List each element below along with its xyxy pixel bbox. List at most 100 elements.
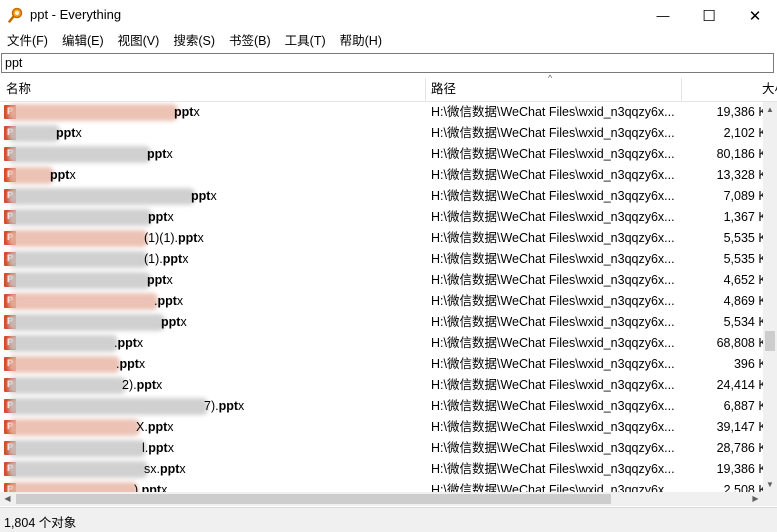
menu-bar: 文件(F) 编辑(E) 视图(V) 搜索(S) 书签(B) 工具(T) 帮助(H…: [0, 31, 777, 51]
file-name: .pptx: [154, 294, 184, 308]
table-row[interactable]: Pl.pptxH:\微信数据\WeChat Files\wxid_n3qqzy6…: [0, 438, 763, 459]
file-path: H:\微信数据\WeChat Files\wxid_n3qqzy6x...: [431, 147, 675, 161]
maximize-button[interactable]: ☐: [686, 0, 732, 31]
file-name: pptx: [147, 147, 173, 161]
table-row[interactable]: PX.pptxH:\微信数据\WeChat Files\wxid_n3qqzy6…: [0, 417, 763, 438]
file-path: H:\微信数据\WeChat Files\wxid_n3qqzy6x...: [431, 462, 675, 476]
redacted-filename: [8, 104, 178, 121]
file-path: H:\微信数据\WeChat Files\wxid_n3qqzy6x...: [431, 126, 675, 140]
redacted-filename: [8, 335, 118, 352]
menu-tools[interactable]: 工具(T): [278, 31, 326, 51]
close-button[interactable]: ✕: [732, 0, 777, 31]
column-size-header[interactable]: 大小: [762, 78, 777, 101]
file-size: 4,652 KB: [723, 273, 763, 287]
table-row[interactable]: PpptxH:\微信数据\WeChat Files\wxid_n3qqzy6x.…: [0, 312, 763, 333]
file-size: 1,367 KB: [723, 210, 763, 224]
column-name-header[interactable]: 名称: [6, 78, 31, 101]
menu-help[interactable]: 帮助(H): [333, 31, 382, 51]
search-box[interactable]: [1, 53, 774, 73]
file-path: H:\微信数据\WeChat Files\wxid_n3qqzy6x...: [431, 273, 675, 287]
scroll-left-icon[interactable]: ◀: [0, 492, 15, 506]
file-name: (1)(1).pptx: [144, 231, 204, 245]
minimize-button[interactable]: —: [640, 0, 686, 31]
redacted-filename: [8, 272, 151, 289]
vertical-scrollbar[interactable]: ▲ ▼: [763, 102, 777, 492]
file-path: H:\微信数据\WeChat Files\wxid_n3qqzy6x...: [431, 168, 675, 182]
scrollbar-corner: [763, 492, 777, 506]
table-row[interactable]: PpptxH:\微信数据\WeChat Files\wxid_n3qqzy6x.…: [0, 207, 763, 228]
horizontal-scrollbar[interactable]: ◀ ▶: [0, 492, 763, 506]
redacted-filename: [8, 167, 54, 184]
file-size: 4,869 KB: [723, 294, 763, 308]
column-header: 名称 路径 大小: [0, 78, 777, 102]
menu-bookmarks[interactable]: 书签(B): [222, 31, 271, 51]
column-path-header[interactable]: 路径: [431, 78, 456, 101]
column-divider[interactable]: [681, 78, 682, 101]
redacted-filename: [8, 461, 148, 478]
file-path: H:\微信数据\WeChat Files\wxid_n3qqzy6x...: [431, 399, 675, 413]
table-row[interactable]: PpptxH:\微信数据\WeChat Files\wxid_n3qqzy6x.…: [0, 165, 763, 186]
file-name: X.pptx: [136, 420, 174, 434]
everything-search-icon: [8, 7, 23, 23]
vertical-scroll-thumb[interactable]: [765, 331, 775, 351]
search-input[interactable]: [2, 54, 773, 72]
file-name: pptx: [161, 315, 187, 329]
table-row[interactable]: P(1)(1).pptxH:\微信数据\WeChat Files\wxid_n3…: [0, 228, 763, 249]
table-row[interactable]: P2).pptxH:\微信数据\WeChat Files\wxid_n3qqzy…: [0, 375, 763, 396]
scroll-up-icon[interactable]: ▲: [763, 102, 777, 117]
table-row[interactable]: P.pptxH:\微信数据\WeChat Files\wxid_n3qqzy6x…: [0, 291, 763, 312]
file-name: .pptx: [116, 357, 146, 371]
table-row[interactable]: P.pptxH:\微信数据\WeChat Files\wxid_n3qqzy6x…: [0, 333, 763, 354]
file-name: (1).pptx: [144, 252, 189, 266]
file-size: 5,534 KB: [723, 315, 763, 329]
menu-file[interactable]: 文件(F): [0, 31, 48, 51]
redacted-filename: [8, 419, 140, 436]
table-row[interactable]: P7).pptxH:\微信数据\WeChat Files\wxid_n3qqzy…: [0, 396, 763, 417]
scroll-right-icon[interactable]: ▶: [748, 492, 763, 506]
file-name: sx.pptx: [144, 462, 186, 476]
file-path: H:\微信数据\WeChat Files\wxid_n3qqzy6x...: [431, 420, 675, 434]
table-row[interactable]: P).pptxH:\微信数据\WeChat Files\wxid_n3qqzy6…: [0, 480, 763, 492]
file-size: 19,386 KB: [716, 462, 763, 476]
table-row[interactable]: Psx.pptxH:\微信数据\WeChat Files\wxid_n3qqzy…: [0, 459, 763, 480]
file-name: ).pptx: [134, 483, 168, 492]
horizontal-scroll-thumb[interactable]: [16, 494, 611, 504]
redacted-filename: [8, 230, 148, 247]
table-row[interactable]: PpptxH:\微信数据\WeChat Files\wxid_n3qqzy6x.…: [0, 102, 763, 123]
minimize-icon: —: [656, 8, 670, 23]
redacted-filename: [8, 482, 138, 492]
redacted-filename: [8, 125, 60, 142]
file-size: 6,887 KB: [723, 399, 763, 413]
file-size: 28,786 KB: [716, 441, 763, 455]
file-path: H:\微信数据\WeChat Files\wxid_n3qqzy6x...: [431, 189, 675, 203]
file-size: 7,089 KB: [723, 189, 763, 203]
file-size: 39,147 KB: [716, 420, 763, 434]
file-path: H:\微信数据\WeChat Files\wxid_n3qqzy6x...: [431, 294, 675, 308]
table-row[interactable]: PpptxH:\微信数据\WeChat Files\wxid_n3qqzy6x.…: [0, 144, 763, 165]
menu-view[interactable]: 视图(V): [111, 31, 160, 51]
table-row[interactable]: P(1).pptxH:\微信数据\WeChat Files\wxid_n3qqz…: [0, 249, 763, 270]
menu-edit[interactable]: 编辑(E): [55, 31, 104, 51]
file-size: 24,414 KB: [716, 378, 763, 392]
redacted-filename: [8, 146, 151, 163]
menu-search[interactable]: 搜索(S): [166, 31, 215, 51]
file-name: pptx: [147, 273, 173, 287]
title-bar[interactable]: ppt - Everything — ☐ ✕: [0, 0, 777, 31]
file-size: 5,535 KB: [723, 231, 763, 245]
scroll-down-icon[interactable]: ▼: [763, 477, 777, 492]
results-list[interactable]: PpptxH:\微信数据\WeChat Files\wxid_n3qqzy6x.…: [0, 102, 763, 492]
column-divider[interactable]: [425, 78, 426, 101]
table-row[interactable]: PpptxH:\微信数据\WeChat Files\wxid_n3qqzy6x.…: [0, 186, 763, 207]
close-icon: ✕: [748, 7, 762, 25]
table-row[interactable]: PpptxH:\微信数据\WeChat Files\wxid_n3qqzy6x.…: [0, 123, 763, 144]
table-row[interactable]: PpptxH:\微信数据\WeChat Files\wxid_n3qqzy6x.…: [0, 270, 763, 291]
redacted-filename: [8, 377, 126, 394]
file-path: H:\微信数据\WeChat Files\wxid_n3qqzy6x...: [431, 378, 675, 392]
file-path: H:\微信数据\WeChat Files\wxid_n3qqzy6x...: [431, 357, 675, 371]
file-name: pptx: [56, 126, 82, 140]
file-size: 19,386 KB: [716, 105, 763, 119]
redacted-filename: [8, 356, 120, 373]
maximize-icon: ☐: [702, 7, 716, 25]
table-row[interactable]: P.pptxH:\微信数据\WeChat Files\wxid_n3qqzy6x…: [0, 354, 763, 375]
file-name: 7).pptx: [204, 399, 245, 413]
